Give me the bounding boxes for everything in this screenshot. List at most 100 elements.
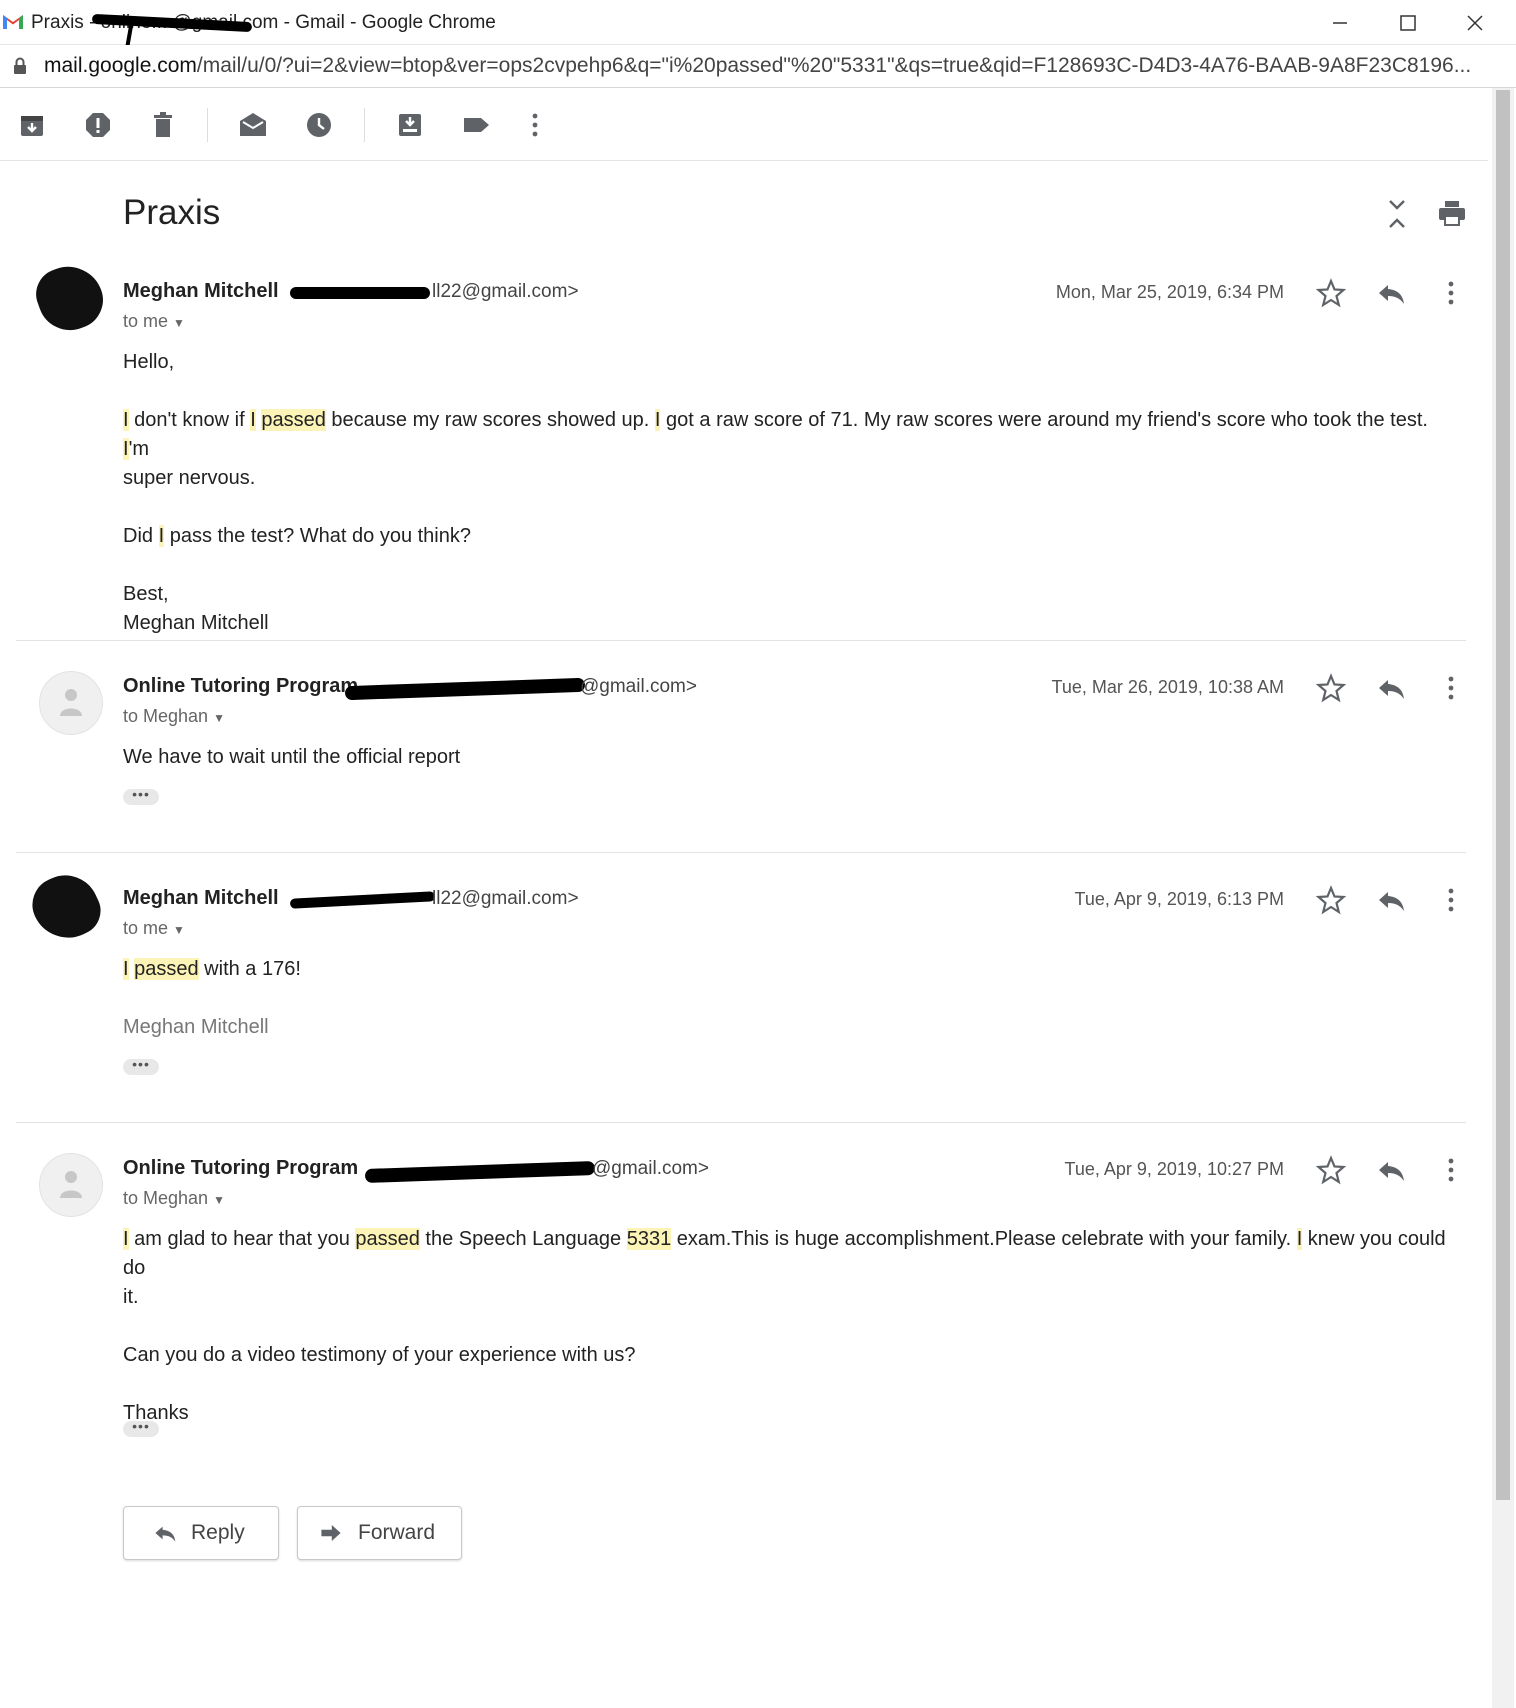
person-icon bbox=[60, 1171, 82, 1198]
sender-email: @gmail.com> bbox=[592, 1158, 709, 1179]
body-text: got a raw score of 71. My raw scores wer… bbox=[660, 409, 1428, 431]
sender-name[interactable]: Online Tutoring Program bbox=[123, 675, 358, 698]
recipient-text: to me bbox=[123, 918, 169, 938]
show-trimmed-content-button[interactable]: ••• bbox=[123, 1419, 159, 1437]
delete-icon[interactable] bbox=[148, 110, 178, 140]
sender-email: @gmail.com> bbox=[580, 676, 697, 697]
recipient-label[interactable]: to me ▼ bbox=[123, 918, 185, 939]
reply-label: Reply bbox=[191, 1521, 245, 1544]
print-icon[interactable] bbox=[1437, 198, 1467, 228]
message-toolbar bbox=[0, 88, 1488, 161]
more-vert-icon[interactable] bbox=[520, 110, 550, 140]
body-text: super nervous. bbox=[123, 467, 256, 489]
body-paragraph: I am glad to hear that you passed the Sp… bbox=[123, 1225, 1453, 1312]
show-trimmed-content-button[interactable]: ••• bbox=[123, 1057, 159, 1075]
recipient-text: to Meghan bbox=[123, 1188, 209, 1208]
minimize-icon[interactable] bbox=[1316, 8, 1362, 38]
avatar[interactable] bbox=[23, 864, 109, 950]
url-path: /mail/u/0/?ui=2&view=btop&ver=ops2cvpehp… bbox=[196, 54, 1472, 77]
message-date: Tue, Apr 9, 2019, 10:27 PM bbox=[1064, 1159, 1284, 1179]
message-3: Meghan Mitchell ll22@gmail.com> to me ▼ … bbox=[0, 853, 1490, 1121]
close-icon[interactable] bbox=[1452, 8, 1498, 38]
url-text[interactable]: mail.google.com/mail/u/0/?ui=2&view=btop… bbox=[44, 54, 1484, 78]
reply-icon[interactable] bbox=[1376, 278, 1406, 308]
chevron-down-icon[interactable]: ▼ bbox=[173, 316, 185, 330]
avatar[interactable] bbox=[39, 671, 103, 735]
body-text: Did bbox=[123, 525, 159, 547]
body-text: 'm bbox=[128, 438, 150, 460]
gmail-logo-icon bbox=[3, 15, 23, 29]
reply-icon bbox=[155, 1526, 176, 1542]
maximize-icon[interactable] bbox=[1384, 8, 1430, 38]
recipient-text: to Meghan bbox=[123, 706, 209, 726]
body-text: it. bbox=[123, 1286, 139, 1308]
search-highlight: I bbox=[123, 958, 129, 980]
more-vert-icon[interactable] bbox=[1436, 1155, 1466, 1185]
forward-icon bbox=[321, 1525, 341, 1541]
thread-subject: Praxis bbox=[123, 193, 221, 232]
chevron-down-icon[interactable]: ▼ bbox=[213, 1193, 225, 1207]
lock-icon bbox=[14, 57, 26, 74]
sender-name[interactable]: Online Tutoring Program bbox=[123, 1157, 358, 1180]
message-date: Tue, Mar 26, 2019, 10:38 AM bbox=[1051, 677, 1284, 697]
sender-name[interactable]: Meghan Mitchell bbox=[123, 280, 279, 303]
star-icon[interactable] bbox=[1316, 885, 1346, 915]
move-to-icon[interactable] bbox=[395, 110, 425, 140]
sender-name[interactable]: Meghan Mitchell bbox=[123, 887, 279, 910]
body-signature: Meghan Mitchell bbox=[123, 612, 269, 634]
message-1: Meghan Mitchell ll22@gmail.com> to me ▼ … bbox=[0, 240, 1490, 640]
recipient-label[interactable]: to Meghan ▼ bbox=[123, 706, 225, 727]
body-paragraph: I don't know if I passed because my raw … bbox=[123, 406, 1453, 493]
body-text: the Speech Language bbox=[419, 1228, 627, 1250]
snooze-icon[interactable] bbox=[304, 110, 334, 140]
more-vert-icon[interactable] bbox=[1436, 278, 1466, 308]
search-highlight: passed bbox=[134, 958, 199, 980]
reply-icon[interactable] bbox=[1376, 1155, 1406, 1185]
body-paragraph: Can you do a video testimony of your exp… bbox=[123, 1344, 636, 1366]
redaction-mark bbox=[290, 287, 430, 299]
label-icon[interactable] bbox=[461, 110, 491, 140]
url-host: mail.google.com bbox=[44, 54, 197, 77]
reply-icon[interactable] bbox=[1376, 673, 1406, 703]
star-icon[interactable] bbox=[1316, 278, 1346, 308]
archive-icon[interactable] bbox=[17, 110, 47, 140]
sender-email: ll22@gmail.com> bbox=[432, 888, 579, 909]
body-paragraph: Did I pass the test? What do you think? bbox=[123, 522, 1453, 551]
redaction-mark bbox=[344, 677, 586, 701]
avatar[interactable] bbox=[39, 1153, 103, 1217]
show-trimmed-content-button[interactable]: ••• bbox=[123, 787, 159, 805]
more-vert-icon[interactable] bbox=[1436, 673, 1466, 703]
chevron-down-icon[interactable]: ▼ bbox=[213, 711, 225, 725]
star-icon[interactable] bbox=[1316, 673, 1346, 703]
mark-unread-icon[interactable] bbox=[238, 110, 268, 140]
report-spam-icon[interactable] bbox=[83, 110, 113, 140]
more-vert-icon[interactable] bbox=[1436, 885, 1466, 915]
recipient-label[interactable]: to me ▼ bbox=[123, 311, 185, 332]
body-text: because my raw scores showed up. bbox=[325, 409, 655, 431]
window-titlebar: Praxis - online... @gmail.com - Gmail - … bbox=[0, 0, 1516, 65]
body-greeting: Hello, bbox=[123, 351, 175, 373]
search-highlight: I bbox=[250, 409, 256, 431]
message-date: Mon, Mar 25, 2019, 6:34 PM bbox=[1055, 282, 1284, 302]
body-text: don't know if bbox=[128, 409, 251, 431]
reply-button[interactable]: Reply bbox=[123, 1506, 279, 1560]
star-icon[interactable] bbox=[1316, 1155, 1346, 1185]
recipient-label[interactable]: to Meghan ▼ bbox=[123, 1188, 225, 1209]
body-signature: Meghan Mitchell bbox=[123, 1016, 269, 1038]
sender-email: ll22@gmail.com> bbox=[432, 281, 579, 302]
toolbar-separator bbox=[364, 108, 365, 142]
reply-icon[interactable] bbox=[1376, 885, 1406, 915]
expand-collapse-icon[interactable] bbox=[1384, 198, 1410, 230]
person-icon bbox=[60, 689, 82, 716]
body-text: with a 176! bbox=[198, 958, 301, 980]
message-body: We have to wait until the official repor… bbox=[123, 746, 461, 768]
message-body: I passed with a 176! bbox=[123, 955, 301, 984]
chevron-down-icon[interactable]: ▼ bbox=[173, 923, 185, 937]
search-highlight: passed bbox=[355, 1228, 420, 1250]
avatar[interactable] bbox=[28, 256, 112, 340]
search-highlight: passed bbox=[261, 409, 326, 431]
message-body: Hello, I don't know if I passed because … bbox=[123, 348, 1453, 638]
scrollbar-thumb[interactable] bbox=[1496, 90, 1510, 1500]
address-bar[interactable]: mail.google.com/mail/u/0/?ui=2&view=btop… bbox=[0, 45, 1516, 88]
forward-button[interactable]: Forward bbox=[297, 1506, 462, 1560]
